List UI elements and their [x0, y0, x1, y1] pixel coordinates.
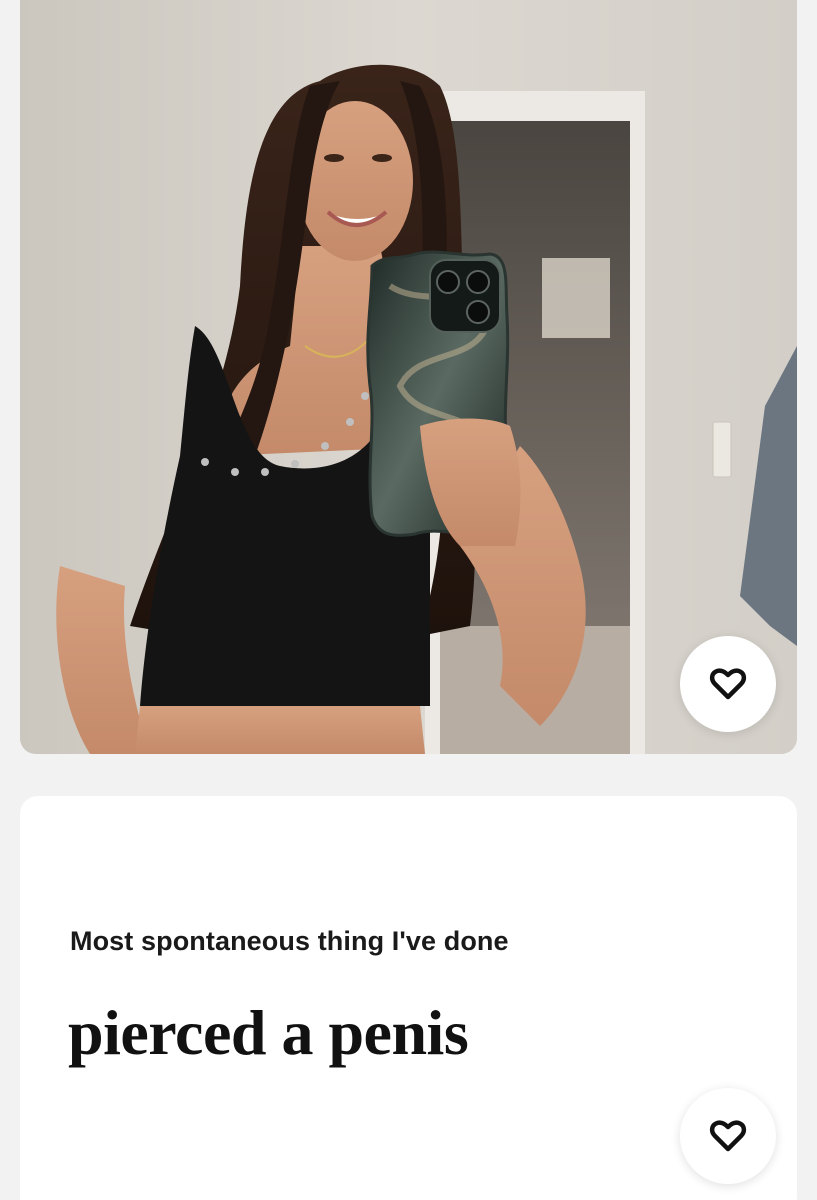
- prompt-card: Most spontaneous thing I've done pierced…: [20, 796, 797, 1200]
- photo-like-button[interactable]: [680, 636, 776, 732]
- profile-photo: [20, 0, 797, 754]
- profile-photo-card[interactable]: [20, 0, 797, 754]
- prompt-question: Most spontaneous thing I've done: [70, 926, 509, 956]
- profile-screen: Most spontaneous thing I've done pierced…: [0, 0, 817, 1200]
- heart-like-icon: [709, 668, 747, 700]
- heart-like-icon: [709, 1120, 747, 1152]
- prompt-like-button[interactable]: [680, 1088, 776, 1184]
- prompt-answer: pierced a penis: [68, 997, 469, 1068]
